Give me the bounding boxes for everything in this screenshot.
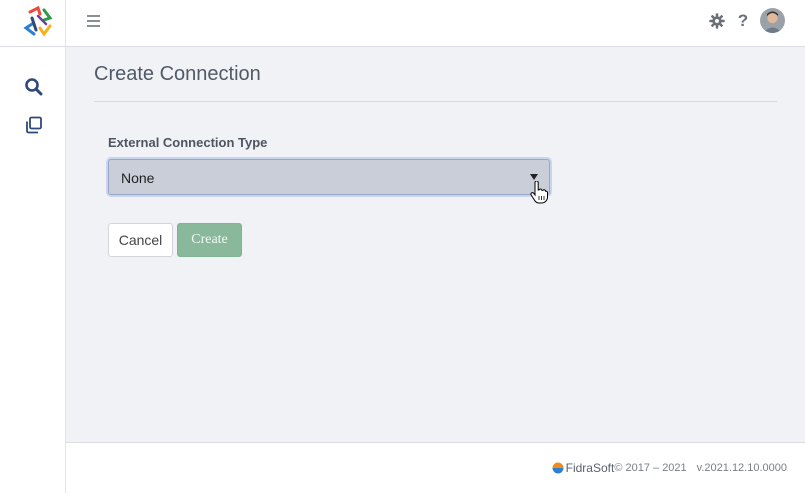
title-divider (94, 101, 777, 102)
create-button[interactable]: Create (177, 223, 242, 257)
cancel-button[interactable]: Cancel (108, 223, 173, 257)
caret-down-icon (530, 174, 538, 180)
sidebar (0, 47, 66, 493)
logo-area (0, 0, 66, 47)
gear-icon[interactable] (708, 12, 726, 30)
app-logo[interactable] (20, 4, 56, 40)
connection-type-select[interactable]: None (108, 159, 550, 195)
help-icon[interactable]: ? (736, 11, 750, 30)
user-avatar[interactable] (760, 8, 785, 33)
main-content: Create Connection External Connection Ty… (66, 47, 805, 442)
hamburger-icon[interactable] (85, 12, 105, 32)
connection-type-label: External Connection Type (108, 135, 268, 150)
select-value: None (121, 170, 155, 186)
footer-info: FidraSoft © 2017 – 2021 v.2021.12.10.000… (552, 461, 787, 475)
search-icon[interactable] (24, 77, 44, 97)
copyright: © 2017 – 2021 (614, 462, 687, 474)
hand-pointer-cursor (530, 181, 548, 204)
fidrasoft-logo-icon (552, 462, 564, 474)
page-title: Create Connection (94, 63, 261, 85)
header-actions: ? (708, 8, 785, 33)
footer: FidraSoft © 2017 – 2021 v.2021.12.10.000… (66, 442, 805, 493)
brand-name: FidraSoft (565, 461, 615, 475)
top-bar: ? (0, 0, 805, 47)
copy-windows-icon[interactable] (24, 115, 44, 135)
version-label: v.2021.12.10.0000 (696, 462, 787, 474)
